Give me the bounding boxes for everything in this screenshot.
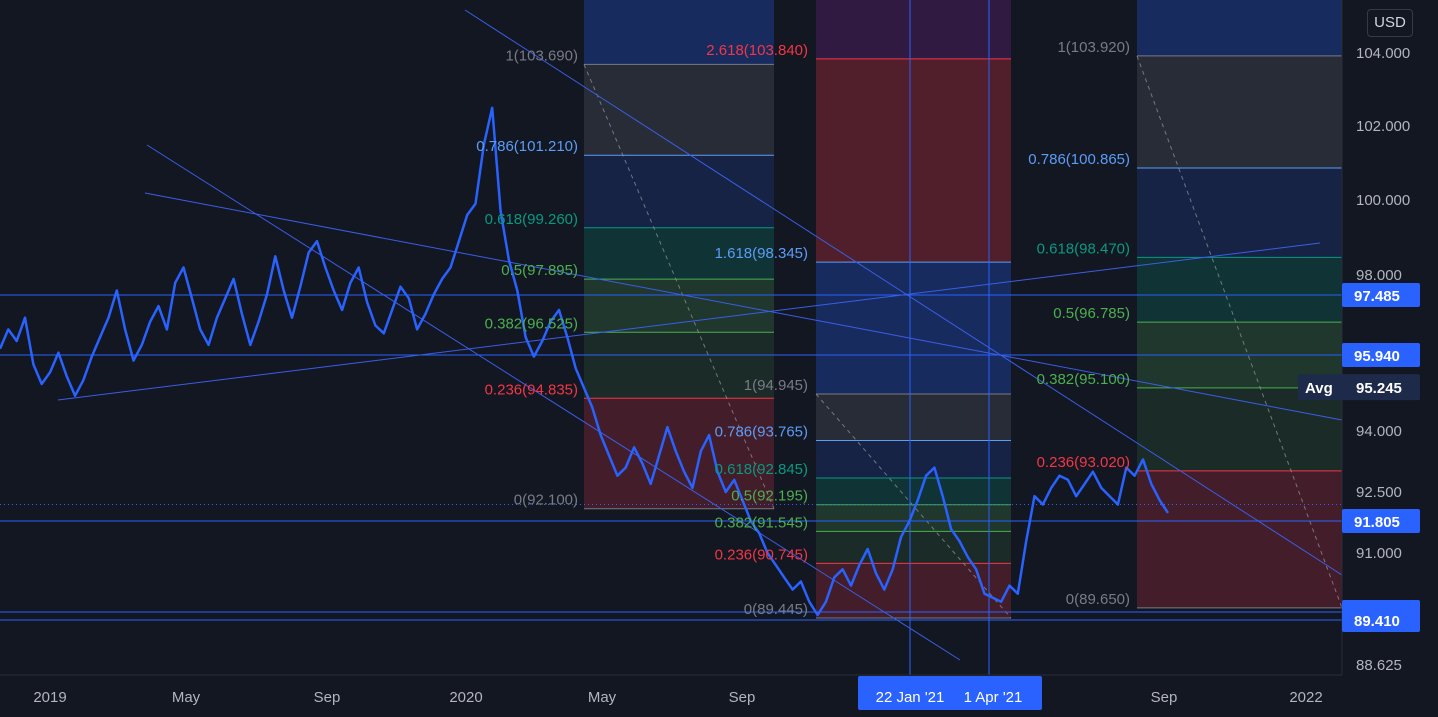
fib-top-band (816, 0, 1011, 59)
fib-level-label: 0.786(101.210) (476, 138, 578, 155)
fib-zone (816, 477, 1011, 505)
fib-zone (816, 262, 1011, 394)
fib-level-label: 1(94.945) (744, 377, 808, 394)
fib-level-label: 0.382(91.545) (715, 514, 808, 531)
y-tick-label: 102.000 (1356, 118, 1410, 135)
fib-level-label: 0.382(96.525) (485, 315, 578, 332)
price-tag-label: 89.410 (1354, 613, 1400, 630)
y-tick-label: 100.000 (1356, 192, 1410, 209)
x-tick-label: 2022 (1289, 689, 1322, 706)
fib-level-label: 0(89.650) (1066, 591, 1130, 608)
fib-zone (584, 64, 774, 156)
fib-level-label: 0(89.445) (744, 601, 808, 618)
fib-zone (1137, 257, 1342, 323)
fib-retracement-layer (0, 0, 1438, 717)
y-tick-label: 91.000 (1356, 545, 1402, 562)
fib-level-label: 0.5(97.895) (501, 262, 578, 279)
fib-level-label: 0.618(92.845) (715, 461, 808, 478)
fib-level-label: 0.5(92.195) (731, 488, 808, 505)
y-tick-label: 88.625 (1356, 657, 1402, 674)
fib-level-label: 0.786(100.865) (1028, 151, 1130, 168)
price-tag-label: 91.805 (1354, 514, 1400, 531)
fib-zone (816, 393, 1011, 441)
fib-level-label: 2.618(103.840) (706, 42, 808, 59)
dxy-chart[interactable]: 0(92.100) 0.236(94.835) 0.382(96.525) 0.5(9… (0, 0, 1438, 717)
time-axis-panel (0, 675, 1438, 717)
fib-level-label: 0.236(94.835) (485, 381, 578, 398)
avg-tag-label: Avg (1305, 380, 1333, 397)
fib-level-label: 0.382(95.100) (1037, 371, 1130, 388)
fib-zone (1137, 55, 1342, 168)
x-tick-label: Sep (729, 689, 756, 706)
fib-level-label: 0.236(93.020) (1037, 454, 1130, 471)
x-tick-label: 2020 (449, 689, 482, 706)
fib-level-label: 0.5(96.785) (1053, 305, 1130, 322)
avg-tag-value: 95.245 (1356, 380, 1402, 397)
x-tick-label: Sep (1151, 689, 1178, 706)
x-tick-label: Sep (314, 689, 341, 706)
fib-zone (816, 531, 1011, 564)
price-tag-label: 95.940 (1354, 348, 1400, 365)
y-tick-label: 94.000 (1356, 423, 1402, 440)
fib-level-label: 0.618(99.260) (485, 211, 578, 228)
fib-level-label: 1(103.690) (505, 47, 578, 64)
x-tick-label: May (588, 689, 617, 706)
fib-level-label: 0.236(90.745) (715, 546, 808, 563)
x-tick-label: 2019 (33, 689, 66, 706)
fib-level-label: 1.618(98.345) (715, 245, 808, 262)
y-tick-label: 104.000 (1356, 45, 1410, 62)
fib-zone (816, 58, 1011, 263)
fib-zone (816, 440, 1011, 478)
price-tag-label: 97.485 (1354, 288, 1400, 305)
y-tick-label: 98.000 (1356, 267, 1402, 284)
fib-level-label: 0(92.100) (514, 492, 578, 509)
fib-level-label: 1(103.920) (1057, 39, 1130, 56)
currency-button[interactable]: USD (1367, 9, 1413, 37)
fib-zone (816, 563, 1011, 618)
date-tag-label: 22 Jan '21 (876, 689, 945, 706)
fib-zone (584, 155, 774, 228)
fib-level-label: 0.618(98.470) (1037, 240, 1130, 257)
date-tag-label: 1 Apr '21 (964, 689, 1023, 706)
fib-zone (1137, 470, 1342, 608)
fib-top-band (1137, 0, 1342, 56)
fib-level-label: 0.786(93.765) (715, 424, 808, 441)
y-tick-label: 92.500 (1356, 484, 1402, 501)
x-tick-label: May (172, 689, 201, 706)
